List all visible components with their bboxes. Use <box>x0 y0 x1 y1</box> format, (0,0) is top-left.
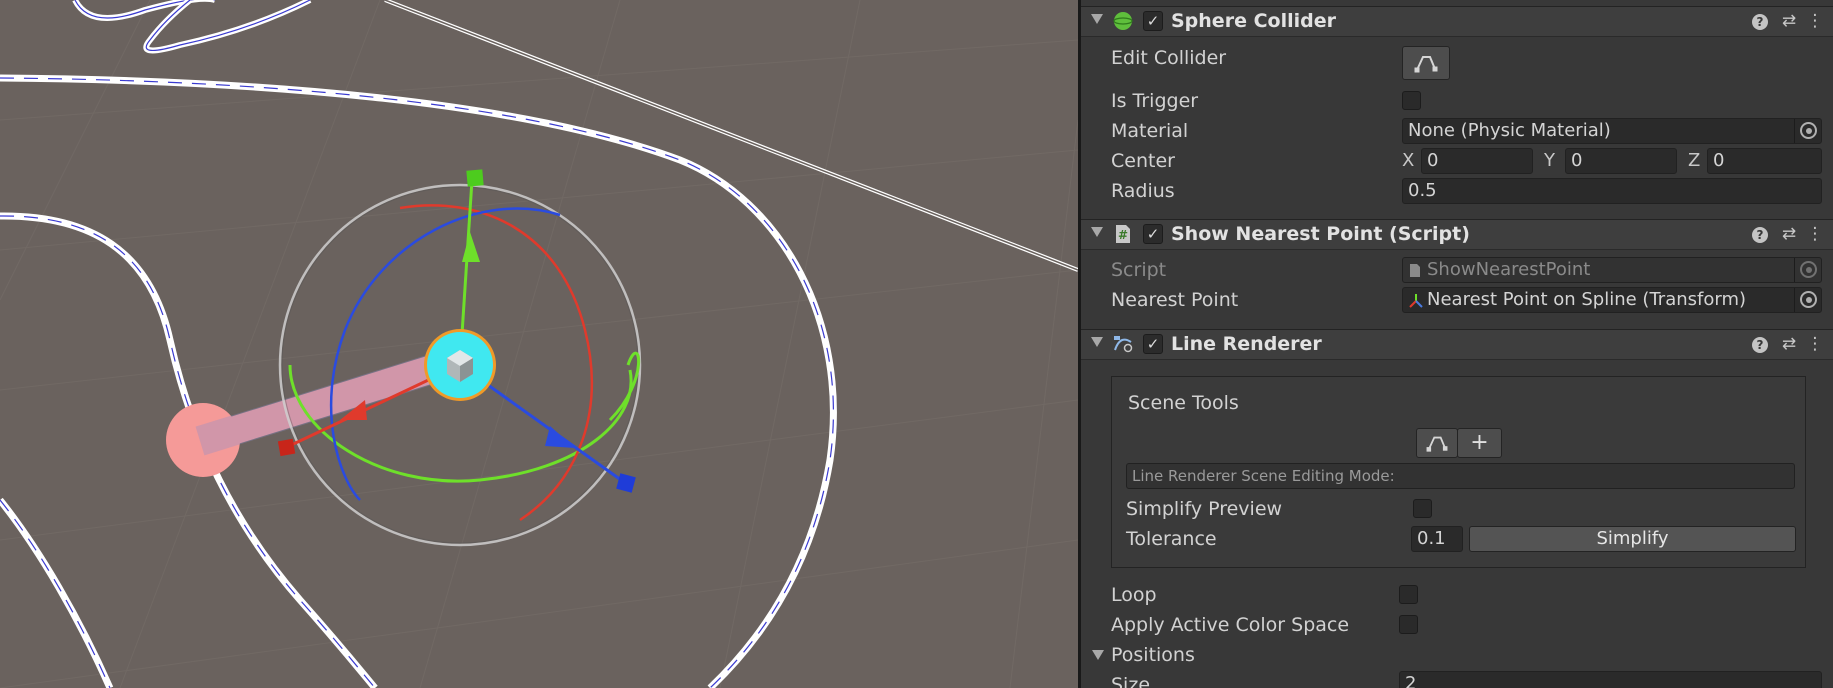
preset-icon[interactable]: ⇄ <box>1778 333 1800 355</box>
editing-mode-field: Line Renderer Scene Editing Mode: <box>1126 463 1795 489</box>
center-y-field[interactable]: 0 <box>1565 148 1677 174</box>
nearest-point-field[interactable]: Nearest Point on Spline (Transform) <box>1402 287 1822 313</box>
show-nearest-point-title: Show Nearest Point (Script) <box>1171 223 1470 245</box>
center-x-label: X <box>1402 150 1415 171</box>
material-label: Material <box>1111 120 1189 142</box>
size-field[interactable]: 2 <box>1399 671 1822 688</box>
polyline-edit-icon <box>1426 436 1448 452</box>
simplify-preview-checkbox[interactable] <box>1413 499 1432 518</box>
is-trigger-label: Is Trigger <box>1111 90 1199 112</box>
plus-icon: + <box>1470 430 1489 455</box>
simplify-button[interactable]: Simplify <box>1469 526 1796 552</box>
help-icon[interactable]: ? <box>1749 10 1771 32</box>
line-renderer-title: Line Renderer <box>1171 333 1322 355</box>
loop-checkbox[interactable] <box>1399 585 1418 604</box>
nearest-point-label: Nearest Point <box>1111 289 1239 311</box>
center-label: Center <box>1111 150 1175 172</box>
nearest-point-value: Nearest Point on Spline (Transform) <box>1427 289 1746 310</box>
y-axis-cube <box>466 169 484 187</box>
script-file-icon <box>1410 264 1420 277</box>
preset-icon[interactable]: ⇄ <box>1778 223 1800 245</box>
foldout-arrow-icon[interactable] <box>1091 14 1103 24</box>
polyline-edit-icon <box>1414 56 1438 73</box>
apply-color-space-label: Apply Active Color Space <box>1111 614 1350 636</box>
is-trigger-checkbox[interactable] <box>1402 91 1421 110</box>
foldout-arrow-icon[interactable] <box>1091 337 1103 347</box>
sphere-collider-title: Sphere Collider <box>1171 10 1336 32</box>
edit-collider-label: Edit Collider <box>1111 47 1227 69</box>
show-nearest-point-enabled-toggle[interactable]: ✓ <box>1143 224 1163 244</box>
editing-mode-text: Line Renderer Scene Editing Mode: <box>1132 467 1395 485</box>
center-z-field[interactable]: 0 <box>1707 148 1822 174</box>
green-sphere-icon <box>1113 12 1133 30</box>
scene-tools-box: Scene Tools + Line Renderer Scene Editin… <box>1111 376 1806 568</box>
context-menu-icon[interactable]: ⋮ <box>1804 223 1826 245</box>
material-field[interactable]: None (Physic Material) <box>1402 118 1822 144</box>
center-y-label: Y <box>1544 150 1555 171</box>
script-value: ShowNearestPoint <box>1427 259 1591 280</box>
show-nearest-point-header[interactable]: # ✓ Show Nearest Point (Script) ? ⇄ ⋮ <box>1081 219 1833 250</box>
edit-points-button[interactable] <box>1416 428 1458 458</box>
sphere-collider-enabled-toggle[interactable]: ✓ <box>1143 11 1163 31</box>
radius-label: Radius <box>1111 180 1175 202</box>
object-picker-icon <box>1800 261 1817 278</box>
center-x-field[interactable]: 0 <box>1421 148 1533 174</box>
context-menu-icon[interactable]: ⋮ <box>1804 333 1826 355</box>
positions-label[interactable]: Positions <box>1111 644 1195 666</box>
hash-script-icon: # <box>1116 225 1130 243</box>
simplify-preview-label: Simplify Preview <box>1126 498 1283 520</box>
scene-view[interactable] <box>0 0 1078 688</box>
center-z-label: Z <box>1688 150 1701 171</box>
object-picker-icon[interactable] <box>1800 122 1817 139</box>
sphere-collider-header[interactable]: ✓ Sphere Collider ? ⇄ ⋮ <box>1081 6 1833 37</box>
edit-collider-button[interactable] <box>1402 46 1450 80</box>
preset-icon[interactable]: ⇄ <box>1778 10 1800 32</box>
script-label: Script <box>1111 259 1167 281</box>
size-label: Size <box>1111 674 1151 688</box>
svg-text:#: # <box>1118 228 1128 242</box>
line-renderer-header[interactable]: ✓ Line Renderer ? ⇄ ⋮ <box>1081 329 1833 360</box>
loop-label: Loop <box>1111 584 1157 606</box>
foldout-arrow-icon[interactable] <box>1091 227 1103 237</box>
transform-icon <box>1409 294 1423 308</box>
line-renderer-enabled-toggle[interactable]: ✓ <box>1143 334 1163 354</box>
help-icon[interactable]: ? <box>1749 333 1771 355</box>
radius-field[interactable]: 0.5 <box>1402 178 1822 204</box>
add-point-button[interactable]: + <box>1457 428 1502 458</box>
scene-tools-label: Scene Tools <box>1128 392 1239 414</box>
context-menu-icon[interactable]: ⋮ <box>1804 10 1826 32</box>
inspector-panel: ✓ Sphere Collider ? ⇄ ⋮ Edit Collider Is… <box>1078 0 1833 688</box>
object-picker-icon[interactable] <box>1800 291 1817 308</box>
tolerance-field[interactable]: 0.1 <box>1411 526 1463 552</box>
script-field: ShowNearestPoint <box>1402 257 1822 283</box>
positions-foldout-icon[interactable] <box>1092 650 1104 660</box>
apply-color-space-checkbox[interactable] <box>1399 615 1418 634</box>
x-axis-cube <box>277 438 296 457</box>
help-icon[interactable]: ? <box>1749 223 1771 245</box>
material-value: None (Physic Material) <box>1408 120 1611 141</box>
line-renderer-icon <box>1114 336 1133 353</box>
tolerance-label: Tolerance <box>1126 528 1217 550</box>
nearest-point-sphere[interactable] <box>424 329 496 401</box>
